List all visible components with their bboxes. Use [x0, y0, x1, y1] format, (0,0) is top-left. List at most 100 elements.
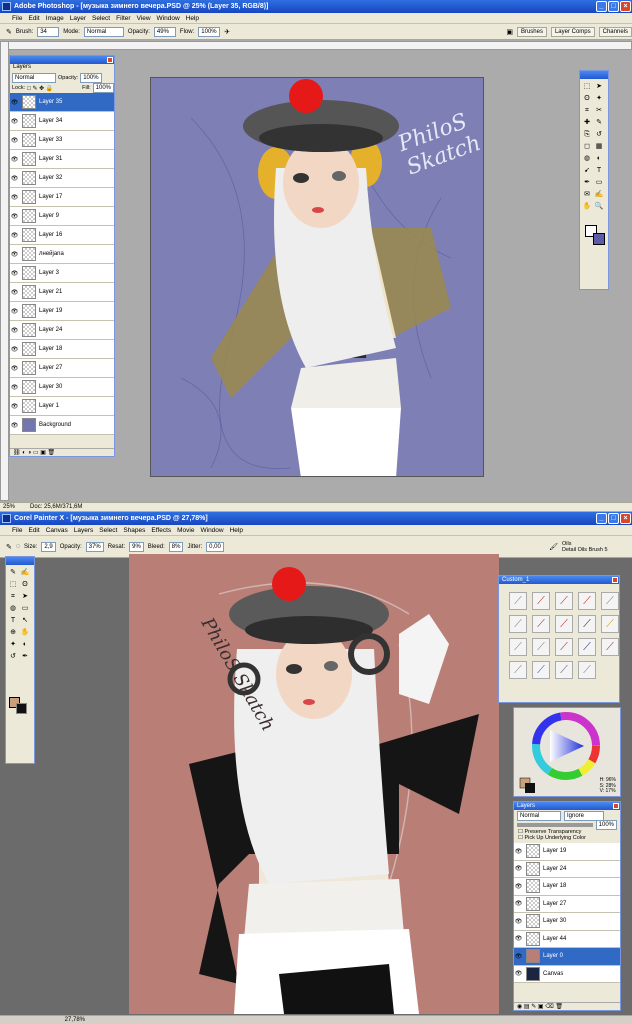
- lasso-icon[interactable]: ʘ: [582, 94, 592, 104]
- text-icon[interactable]: T: [8, 616, 18, 626]
- menu-shapes[interactable]: Shapes: [123, 527, 145, 534]
- eye-icon[interactable]: 👁: [10, 346, 19, 353]
- layer-row[interactable]: 👁 Layer 27: [514, 895, 620, 913]
- photoshop-titlebar[interactable]: Adobe Photoshop - [музыка зимнего вечера…: [0, 0, 632, 13]
- menu-window[interactable]: Window: [200, 527, 223, 534]
- custom-palette-title[interactable]: Custom_1: [499, 576, 619, 584]
- brush-variant-icon[interactable]: ⟋: [509, 638, 527, 656]
- brush-variant-icon[interactable]: ⟋: [532, 615, 550, 633]
- menu-layer[interactable]: Layer: [70, 15, 86, 22]
- brush-icon[interactable]: ✎: [594, 118, 604, 128]
- shape-selection-icon[interactable]: ↖: [20, 616, 30, 626]
- zoom-readout[interactable]: 27,78%: [65, 1017, 85, 1023]
- close-button[interactable]: ×: [620, 1, 631, 12]
- eye-icon[interactable]: 👁: [10, 270, 19, 277]
- eraser-icon[interactable]: ◻: [582, 142, 592, 152]
- layer-row[interactable]: 👁 Layer 32: [10, 169, 114, 188]
- dropper-icon[interactable]: ✍: [20, 568, 30, 578]
- notes-icon[interactable]: ✉: [582, 190, 592, 200]
- history-brush-icon[interactable]: ↺: [594, 130, 604, 140]
- layer-row[interactable]: 👁 лнейjana: [10, 245, 114, 264]
- brush-variant-icon[interactable]: ⟋: [601, 592, 619, 610]
- layers-footer-icons[interactable]: ◉ ▤ ✎ ▣ ⌫ 🗑: [514, 1002, 620, 1010]
- eye-icon[interactable]: 👁: [10, 251, 19, 258]
- bleed-field[interactable]: 8%: [168, 541, 184, 552]
- additional-color-swatch[interactable]: [16, 703, 27, 714]
- dodge-icon[interactable]: ◐: [20, 640, 30, 650]
- close-icon[interactable]: [107, 57, 113, 63]
- layer-row[interactable]: 👁 Layer 17: [10, 188, 114, 207]
- menu-canvas[interactable]: Canvas: [46, 527, 68, 534]
- layer-row[interactable]: 👁 Layer 9: [10, 207, 114, 226]
- eye-icon[interactable]: 👁: [10, 194, 19, 201]
- eye-icon[interactable]: 👁: [514, 953, 523, 960]
- shape-icon[interactable]: ▭: [20, 604, 30, 614]
- rect-select-icon[interactable]: ⬚: [8, 580, 18, 590]
- layer-opacity-slider[interactable]: [517, 822, 593, 827]
- painter-canvas[interactable]: PhiloS Skatch: [129, 554, 499, 1014]
- layer-row[interactable]: 👁 Layer 24: [10, 321, 114, 340]
- eye-icon[interactable]: 👁: [10, 327, 19, 334]
- menu-file[interactable]: File: [12, 15, 22, 22]
- eye-icon[interactable]: 👁: [10, 232, 19, 239]
- brush-variant-icon[interactable]: ⟋: [601, 638, 619, 656]
- layer-row[interactable]: 👁 Layer 34: [10, 112, 114, 131]
- gradient-icon[interactable]: ▦: [594, 142, 604, 152]
- layer-row[interactable]: 👁 Layer 35: [10, 93, 114, 112]
- layer-row[interactable]: 👁 Layer 31: [10, 150, 114, 169]
- close-icon[interactable]: [612, 577, 618, 583]
- menu-edit[interactable]: Edit: [28, 15, 39, 22]
- healing-icon[interactable]: ✚: [582, 118, 592, 128]
- brush-variant-icon[interactable]: ⟋: [555, 661, 573, 679]
- path-selection-icon[interactable]: ➹: [582, 166, 592, 176]
- layers-footer-icons[interactable]: ⛓ ◐ ◑ ▭ ▣ 🗑: [10, 448, 114, 456]
- crop-icon[interactable]: ⌗: [8, 592, 18, 602]
- menu-layers[interactable]: Layers: [74, 527, 94, 534]
- brush-variant-icon[interactable]: ⟋: [578, 592, 596, 610]
- layer-row[interactable]: 👁 Layer 18: [10, 340, 114, 359]
- brush-variant-icon[interactable]: ⟋: [555, 615, 573, 633]
- eye-icon[interactable]: 👁: [10, 156, 19, 163]
- brush-variant-icon[interactable]: ⟋: [509, 661, 527, 679]
- brush-variant-icon[interactable]: ⟋: [532, 661, 550, 679]
- layer-row[interactable]: 👁 Layer 33: [10, 131, 114, 150]
- mode-select[interactable]: Normal: [83, 26, 124, 37]
- eye-icon[interactable]: 👁: [514, 970, 523, 977]
- brush-variant[interactable]: Detail Oils Brush 5: [562, 547, 632, 553]
- close-icon[interactable]: [613, 803, 619, 809]
- brush-tool-icon[interactable]: ✎: [6, 543, 12, 551]
- menu-file[interactable]: File: [12, 527, 22, 534]
- brush-variant-icon[interactable]: ⟋: [601, 615, 619, 633]
- eye-icon[interactable]: 👁: [10, 422, 19, 429]
- eyedropper-icon[interactable]: ✍: [594, 190, 604, 200]
- layer-row[interactable]: 👁 Layer 24: [514, 860, 620, 878]
- layers-panel-titlebar[interactable]: Layers: [514, 802, 620, 810]
- eye-icon[interactable]: 👁: [10, 213, 19, 220]
- brush-variant-icon[interactable]: ⟋: [578, 615, 596, 633]
- eye-icon[interactable]: 👁: [10, 175, 19, 182]
- brush-tool-icon[interactable]: ✎: [6, 28, 12, 36]
- layers-panel-titlebar[interactable]: [10, 56, 114, 64]
- layer-row[interactable]: 👁 Layer 21: [10, 283, 114, 302]
- layer-row[interactable]: 👁 Layer 30: [514, 913, 620, 931]
- blur-icon[interactable]: ◍: [582, 154, 592, 164]
- eye-icon[interactable]: 👁: [10, 99, 19, 106]
- layer-row[interactable]: 👁 Layer 30: [10, 378, 114, 397]
- jitter-field[interactable]: 0,00: [206, 541, 224, 552]
- stamp-icon[interactable]: ⎘: [582, 130, 592, 140]
- photoshop-canvas[interactable]: PhiloS Skatch: [150, 77, 484, 477]
- brush-category-icon[interactable]: 🖌: [549, 543, 558, 551]
- menu-help[interactable]: Help: [186, 15, 199, 22]
- tab-channels[interactable]: Channels: [598, 26, 632, 37]
- brush-variant-icon[interactable]: ⟋: [532, 638, 550, 656]
- zoom-icon[interactable]: 🔍: [594, 202, 604, 212]
- brush-variant-icon[interactable]: ⟋: [509, 615, 527, 633]
- zoom-readout[interactable]: 25%: [3, 504, 15, 510]
- shape-icon[interactable]: ▭: [594, 178, 604, 188]
- eye-icon[interactable]: 👁: [514, 900, 523, 907]
- brush-variant-icon[interactable]: ⟋: [555, 638, 573, 656]
- fill-field[interactable]: 100%: [92, 83, 114, 93]
- layer-row[interactable]: 👁 Layer 19: [514, 843, 620, 861]
- eye-icon[interactable]: 👁: [514, 935, 523, 942]
- layer-row[interactable]: 👁 Layer 0: [514, 948, 620, 966]
